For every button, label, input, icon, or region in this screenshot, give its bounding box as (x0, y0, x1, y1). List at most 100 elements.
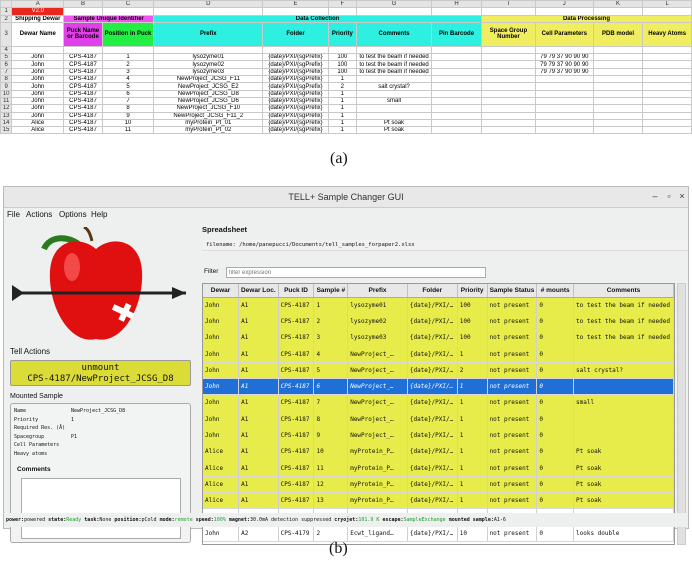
sheet-cell[interactable] (431, 104, 482, 113)
sheet-cell[interactable] (480, 7, 536, 16)
sheet-cell[interactable] (63, 7, 103, 16)
table-cell[interactable]: NewProject_… (347, 378, 408, 396)
sheet-cell[interactable] (431, 82, 482, 91)
sheet-cell[interactable] (592, 111, 644, 120)
table-cell[interactable] (573, 427, 674, 445)
table-cell[interactable]: Pt soak (573, 492, 674, 510)
table-cell[interactable]: not present (487, 394, 538, 412)
sheet-column-letter[interactable]: H (431, 0, 482, 9)
sheet-cell[interactable] (642, 126, 692, 135)
table-cell[interactable]: 5 (313, 362, 349, 379)
sheet-cell[interactable] (592, 67, 644, 77)
close-button[interactable]: × (677, 191, 687, 201)
sheet-cell[interactable]: 79 79 37 90 90 90 (534, 53, 594, 62)
table-cell[interactable]: {date}/PXI/… (407, 297, 458, 314)
sheet-cell[interactable] (480, 89, 536, 98)
sheet-cell[interactable] (356, 89, 433, 98)
table-cell[interactable]: A1 (238, 492, 279, 510)
table-cell[interactable]: 0 (536, 394, 575, 412)
sheet-cell[interactable]: to test the beam if needed (356, 53, 433, 62)
sheet-cell[interactable]: John (11, 67, 65, 77)
table-cell[interactable]: NewProject_… (347, 362, 408, 379)
table-cell[interactable]: A1 (238, 329, 279, 347)
table-cell[interactable]: salt crystal? (573, 362, 674, 379)
table-cell[interactable]: 12 (313, 476, 349, 494)
sheet-cell[interactable]: 1 (327, 96, 358, 106)
table-row[interactable]: John A1 CPS-4187 3 lysozyme03 {date}/PXI/… 100… (203, 329, 674, 347)
sheet-cell[interactable]: {date}/PXI/{sgPrefix} (262, 126, 329, 135)
sheet-cell[interactable] (63, 45, 103, 55)
table-cell[interactable]: {date}/PXI/… (407, 411, 458, 428)
sheet-cell[interactable] (642, 118, 692, 128)
sheet-cell[interactable]: 79 79 37 90 90 90 (534, 67, 594, 77)
sheet-cell[interactable] (592, 45, 644, 55)
sheet-cell[interactable]: {date}/PXI/{sgPrefix} (262, 104, 329, 113)
sheet-cell[interactable]: {date}/PXI/{sgPrefix} (262, 60, 329, 69)
table-cell[interactable]: NewProject_… (347, 411, 408, 428)
sheet-column-letter[interactable]: I (480, 0, 536, 9)
sheet-cell[interactable] (356, 104, 433, 113)
table-cell[interactable]: Ecwt_ligand… (347, 525, 408, 542)
sheet-cell[interactable]: CPS-4187 (63, 53, 103, 62)
table-cell[interactable]: not present (487, 297, 538, 314)
table-cell[interactable]: CPS-4187 (278, 329, 315, 347)
group-sample-identifier[interactable]: Sample Unique Identifier (63, 14, 155, 23)
table-cell[interactable]: 0 (536, 443, 575, 461)
sheet-cell[interactable]: 1 (327, 118, 358, 128)
sheet-cell[interactable] (534, 118, 594, 128)
table-cell[interactable]: 1 (457, 443, 488, 461)
column-header[interactable]: Dewar Loc. (238, 284, 279, 298)
sheet-cell[interactable]: NewProject_JCSG_E2 (153, 82, 264, 91)
sheet-cell[interactable]: Alice (11, 118, 65, 128)
table-cell[interactable]: 0 (536, 313, 575, 331)
table-cell[interactable]: small (573, 394, 674, 412)
table-cell[interactable]: 7 (313, 394, 349, 412)
table-cell[interactable]: John (203, 411, 240, 428)
table-cell[interactable]: NewProject_… (347, 427, 408, 445)
table-cell[interactable]: CPS-4187 (278, 492, 315, 510)
sheet-cell[interactable] (592, 53, 644, 62)
sheet-cell[interactable] (592, 60, 644, 69)
table-row-selected[interactable]: John A1 CPS-4187 6 NewProject_… {date}/PXI/… 1… (203, 378, 674, 396)
sheet-cell[interactable] (431, 126, 482, 135)
table-cell[interactable]: 100 (457, 313, 488, 331)
sheet-cell[interactable] (642, 111, 692, 120)
group-data-collection[interactable]: Data Collection (153, 14, 482, 23)
sheet-cell[interactable] (534, 104, 594, 113)
table-cell[interactable]: 1 (457, 345, 488, 363)
sheet-cell[interactable] (431, 96, 482, 106)
sheet-cell[interactable] (534, 89, 594, 98)
table-cell[interactable]: NewProject_… (347, 394, 408, 412)
column-header[interactable]: Sample # (313, 284, 349, 298)
table-cell[interactable]: NewProject_… (347, 345, 408, 363)
table-cell[interactable]: CPS-4187 (278, 313, 315, 331)
sheet-header-cell[interactable]: Pin Barcode (431, 21, 482, 47)
table-cell[interactable]: 0 (536, 329, 575, 347)
column-header[interactable]: Puck ID (278, 284, 315, 298)
table-cell[interactable]: 10 (457, 525, 488, 542)
table-cell[interactable]: {date}/PXI/… (407, 525, 458, 542)
table-cell[interactable]: 0 (536, 525, 575, 542)
table-row[interactable]: John A1 CPS-4187 1 lysozyme01 {date}/PXI/… 100… (203, 297, 674, 314)
table-cell[interactable]: 100 (457, 329, 488, 347)
table-row[interactable]: John A1 CPS-4187 9 NewProject_… {date}/PXI/… 1… (203, 427, 674, 445)
table-cell[interactable]: 8 (313, 411, 349, 428)
sheet-cell[interactable] (11, 45, 65, 55)
table-cell[interactable] (573, 378, 674, 396)
table-cell[interactable]: 13 (313, 492, 349, 510)
sheet-cell[interactable]: to test the beam if needed (356, 60, 433, 69)
table-cell[interactable]: Alice (203, 476, 240, 494)
sheet-cell[interactable] (642, 75, 692, 84)
sheet-cell[interactable]: Pt soak (356, 118, 433, 128)
unmount-button[interactable]: unmount CPS-4187/NewProject_JCSG_D8 (10, 360, 191, 386)
table-cell[interactable]: 0 (536, 427, 575, 445)
sheet-cell[interactable]: NewProject_JCSG_F11 (153, 75, 264, 84)
sheet-cell[interactable] (642, 53, 692, 62)
sheet-cell[interactable] (592, 126, 644, 135)
sheet-cell[interactable]: CPS-4187 (63, 67, 103, 77)
sheet-cell[interactable] (642, 7, 692, 16)
table-cell[interactable]: 100 (457, 297, 488, 314)
sheet-header-cell[interactable]: Puck Name or Barcode (63, 21, 103, 47)
sheet-cell[interactable]: small (356, 96, 433, 106)
sheet-cell[interactable]: CPS-4187 (63, 126, 103, 135)
